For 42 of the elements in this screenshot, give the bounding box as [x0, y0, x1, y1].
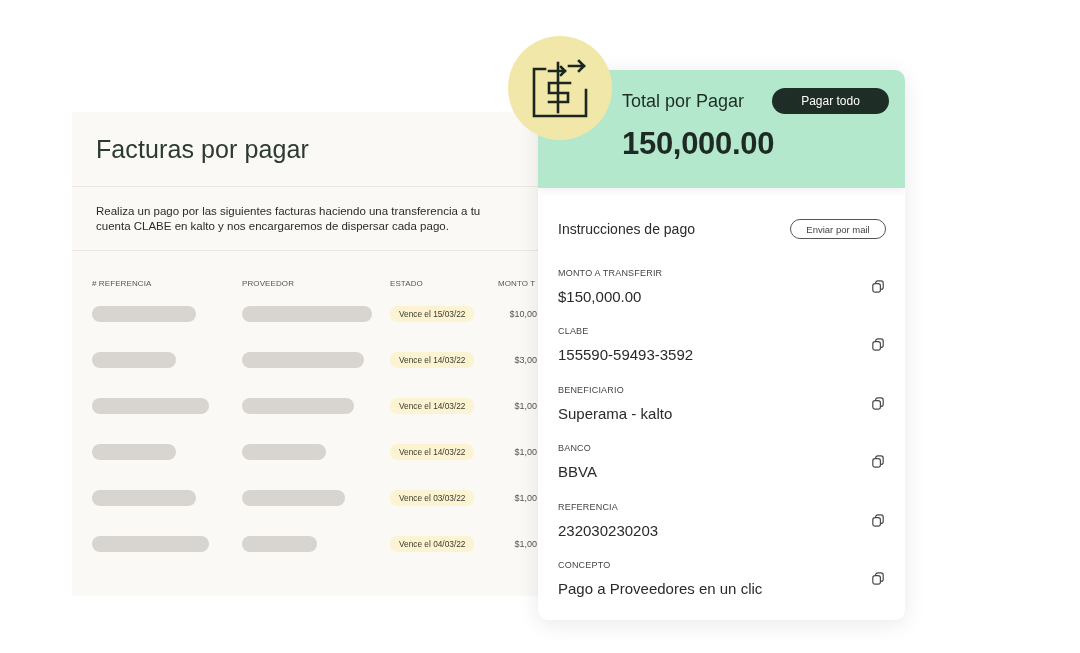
field-value: 155590-59493-3592	[558, 346, 694, 365]
field-label: REFERENCIA	[558, 500, 619, 513]
instructions-title: Instrucciones de pago	[558, 221, 695, 237]
total-amount: 150,000.00	[622, 126, 776, 162]
panel-description: Realiza un pago por las siguientes facturas haciendo una transferencia a tu cuenta CLABE en kalto y nos encargaremos de dispersar cada pago.	[96, 203, 482, 234]
copy-icon[interactable]	[872, 396, 884, 410]
amount-text: $10,00	[509, 309, 537, 319]
amount-text: $3,00	[514, 355, 537, 365]
amount-text: $1,00	[514, 539, 537, 549]
field-value: BBVA	[558, 463, 597, 482]
column-header: MONTO T	[498, 278, 537, 288]
column-header: PROVEEDOR	[242, 278, 296, 288]
field-value: $150,000.00	[558, 288, 643, 306]
column-header: # REFERENCIA	[92, 278, 153, 288]
copy-icon[interactable]	[872, 280, 884, 293]
dollar-transfer-icon	[508, 36, 612, 140]
field-label: CONCEPTO	[558, 558, 612, 571]
copy-icon[interactable]	[872, 513, 884, 527]
due-date-badge: Vence el 14/03/22	[390, 398, 475, 414]
amount-text: $1,00	[514, 401, 537, 411]
column-header: ESTADO	[390, 278, 424, 288]
copy-icon[interactable]	[872, 455, 884, 469]
panel-title: Facturas por pagar	[96, 134, 310, 164]
field-label: MONTO A TRANSFERIR	[558, 267, 663, 279]
due-date-badge: Vence el 14/03/22	[390, 352, 475, 368]
amount-text: $1,00	[514, 493, 537, 503]
field-value: Pago a Proveedores en un clic	[558, 579, 763, 598]
pay-all-button[interactable]: Pagar todo	[772, 88, 889, 114]
due-date-badge: Vence el 03/03/22	[390, 490, 475, 506]
field-label: CLABE	[558, 325, 590, 338]
due-date-badge: Vence el 15/03/22	[390, 306, 475, 322]
total-label: Total por Pagar	[622, 90, 745, 112]
field-label: BENEFICIARIO	[558, 383, 625, 396]
copy-icon[interactable]	[872, 571, 884, 585]
email-button[interactable]: Enviar por mail	[790, 219, 886, 239]
field-label: BANCO	[558, 442, 592, 455]
amount-text: $1,00	[514, 447, 537, 457]
field-value: Superama - kalto	[558, 404, 673, 423]
field-value: 232030230203	[558, 521, 659, 540]
copy-icon[interactable]	[872, 338, 884, 352]
due-date-badge: Vence el 14/03/22	[390, 444, 475, 460]
due-date-badge: Vence el 04/03/22	[390, 536, 475, 552]
